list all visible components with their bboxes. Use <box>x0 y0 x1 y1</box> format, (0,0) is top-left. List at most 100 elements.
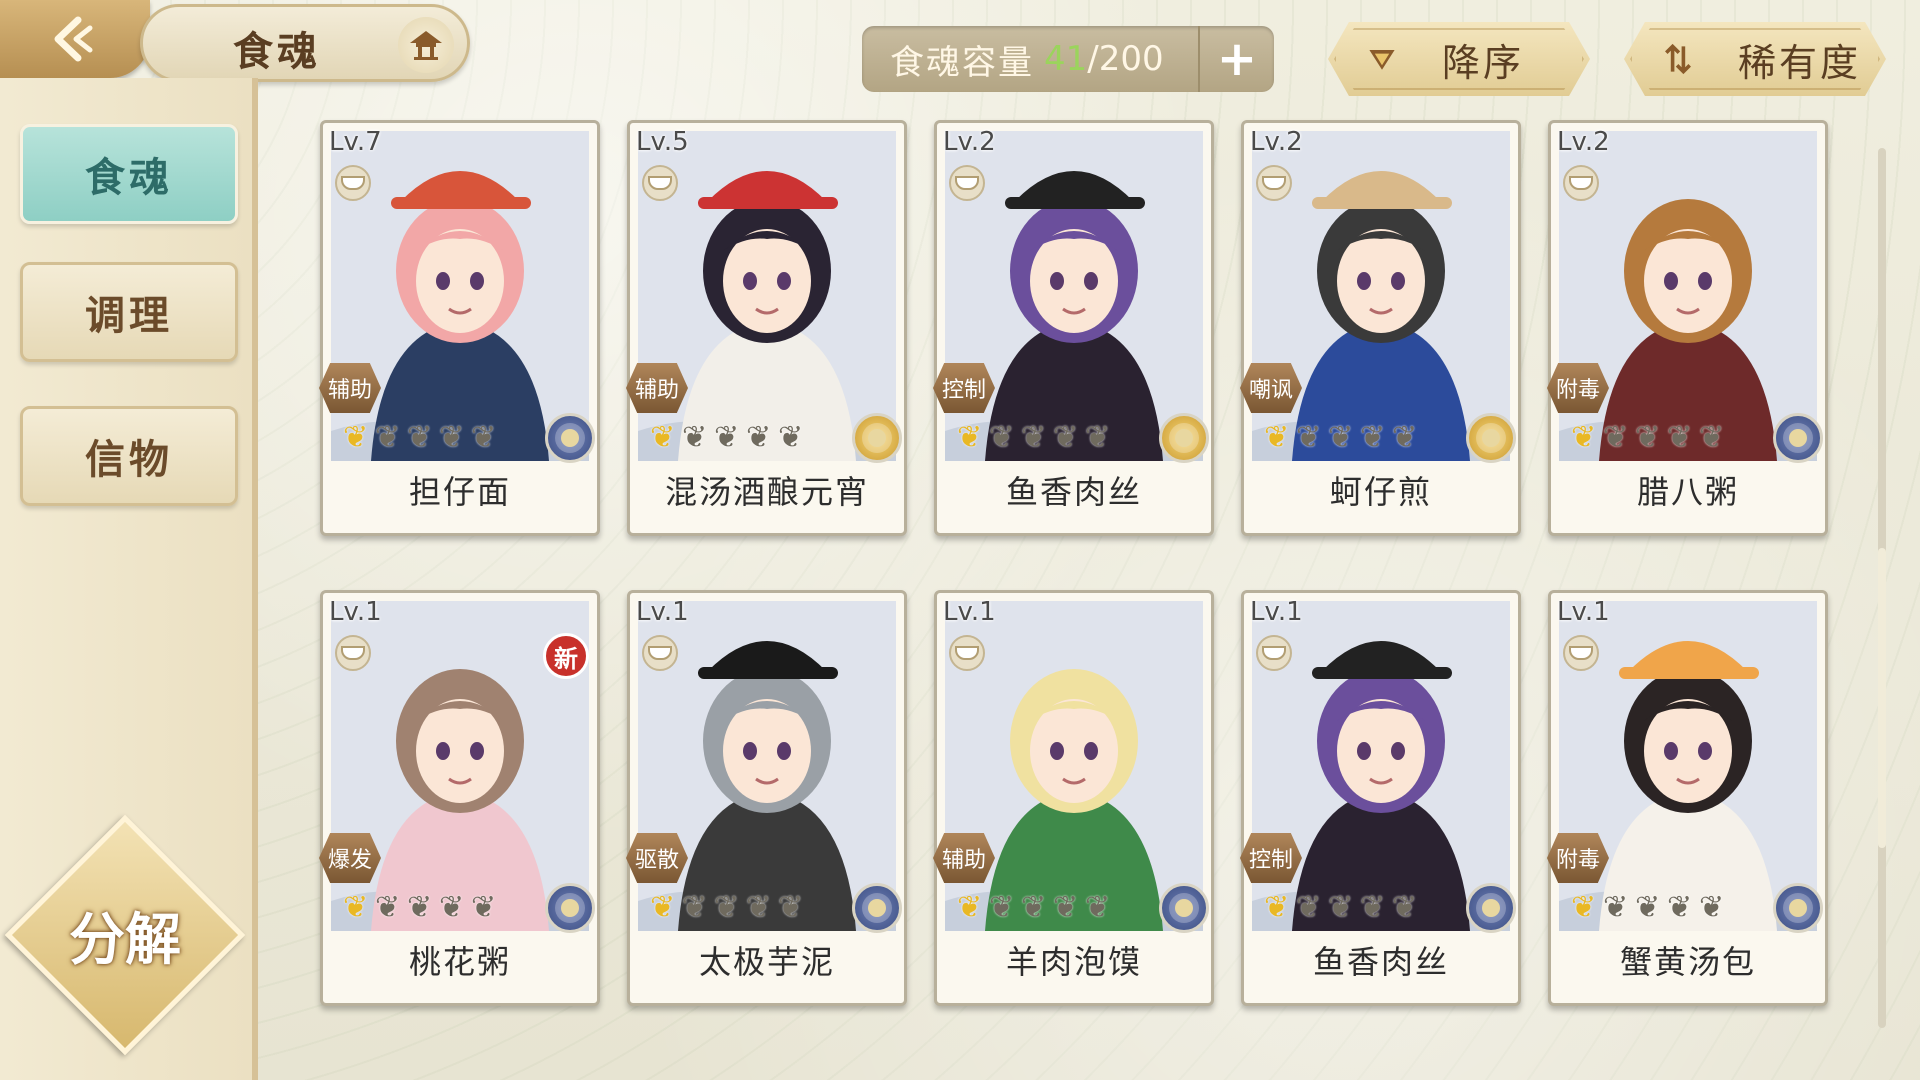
character-name: 羊肉泡馍 <box>1005 943 1142 981</box>
bowl-icon <box>949 165 985 201</box>
scrollbar[interactable] <box>1878 148 1886 1028</box>
character-name: 蟹黄汤包 <box>1619 943 1756 981</box>
food-soul-card[interactable]: Lv.1 附毒 ❦ ❦ ❦ ❦ ❦ 蟹黄汤包 <box>1547 590 1828 1006</box>
tab-tokens[interactable]: 信物 <box>20 406 238 506</box>
food-soul-card[interactable]: Lv.1 辅助 ❦ ❦ ❦ ❦ ❦ 羊肉泡馍 <box>933 590 1214 1006</box>
star-empty-icon: ❦ <box>407 420 433 455</box>
triangle-down-icon <box>1362 39 1402 79</box>
star-empty-icon: ❦ <box>1392 420 1418 455</box>
star-rating: ❦ ❦ ❦ ❦ ❦ <box>343 889 501 927</box>
star-empty-icon: ❦ <box>989 420 1015 455</box>
expand-capacity-button[interactable]: + <box>1198 26 1274 92</box>
star-rating: ❦ ❦ ❦ ❦ ❦ <box>650 889 808 927</box>
star-empty-icon: ❦ <box>1296 420 1322 455</box>
star-rating: ❦ ❦ ❦ ❦ ❦ <box>957 889 1115 927</box>
food-soul-card[interactable]: Lv.7 辅助 ❦ ❦ ❦ ❦ ❦ 担仔面 <box>319 120 600 536</box>
star-empty-icon: ❦ <box>714 890 740 925</box>
role-badge: 附毒 <box>1547 833 1609 883</box>
star-filled-icon: ❦ <box>1571 420 1597 455</box>
food-soul-card[interactable]: Lv.5 辅助 ❦ ❦ ❦ ❦ ❦ 混汤酒酿元宵 <box>626 120 907 536</box>
star-empty-icon: ❦ <box>1360 420 1386 455</box>
level-label: Lv.1 <box>943 597 996 627</box>
role-badge: 控制 <box>933 363 995 413</box>
rarity-emblem-icon <box>545 883 595 933</box>
capacity-label: 食魂容量 <box>890 42 1034 83</box>
star-empty-icon: ❦ <box>682 420 708 455</box>
star-rating: ❦ ❦ ❦ ❦ ❦ <box>1571 419 1729 457</box>
star-empty-icon: ❦ <box>1085 420 1111 455</box>
food-soul-card[interactable]: Lv.1 控制 ❦ ❦ ❦ ❦ ❦ 鱼香肉丝 <box>1240 590 1521 1006</box>
star-empty-icon: ❦ <box>1392 890 1418 925</box>
food-soul-card[interactable]: Lv.2 控制 ❦ ❦ ❦ ❦ ❦ 鱼香肉丝 <box>933 120 1214 536</box>
star-empty-icon: ❦ <box>1360 890 1386 925</box>
rarity-emblem-icon <box>852 413 902 463</box>
rarity-emblem-icon <box>1159 413 1209 463</box>
top-bar: 食魂 食魂容量 41 / 200 + 降序 稀有度 <box>0 0 1920 110</box>
star-empty-icon: ❦ <box>407 890 433 925</box>
level-label: Lv.1 <box>1250 597 1303 627</box>
star-filled-icon: ❦ <box>1571 890 1597 925</box>
rarity-emblem-icon <box>1159 883 1209 933</box>
capacity-separator: / <box>1087 39 1099 79</box>
star-empty-icon: ❦ <box>1603 890 1629 925</box>
star-filled-icon: ❦ <box>343 890 369 925</box>
star-rating: ❦ ❦ ❦ ❦ ❦ <box>343 419 501 457</box>
rarity-emblem-icon <box>1773 883 1823 933</box>
role-badge: 辅助 <box>626 363 688 413</box>
star-empty-icon: ❦ <box>778 420 804 455</box>
star-empty-icon: ❦ <box>375 890 401 925</box>
sort-by-button[interactable]: 稀有度 <box>1624 22 1886 96</box>
bowl-icon <box>642 165 678 201</box>
level-label: Lv.7 <box>329 127 382 157</box>
star-empty-icon: ❦ <box>1053 420 1079 455</box>
star-rating: ❦ ❦ ❦ ❦ ❦ <box>1571 889 1729 927</box>
role-badge: 控制 <box>1240 833 1302 883</box>
food-soul-card[interactable]: Lv.1 驱散 ❦ ❦ ❦ ❦ ❦ 太极芋泥 <box>626 590 907 1006</box>
star-empty-icon: ❦ <box>471 420 497 455</box>
tab-seasoning[interactable]: 调理 <box>20 262 238 362</box>
food-soul-card[interactable]: Lv.1 爆发 ❦ ❦ ❦ ❦ ❦ 桃花粥 新 <box>319 590 600 1006</box>
star-empty-icon: ❦ <box>1667 420 1693 455</box>
star-empty-icon: ❦ <box>1328 420 1354 455</box>
rarity-emblem-icon <box>1466 413 1516 463</box>
capacity-current: 41 <box>1044 39 1088 79</box>
character-name: 蚵仔煎 <box>1329 473 1432 511</box>
new-badge: 新 <box>543 633 589 679</box>
sort-order-label: 降序 <box>1442 40 1525 85</box>
back-arrow-icon <box>54 16 93 62</box>
food-soul-card[interactable]: Lv.2 嘲讽 ❦ ❦ ❦ ❦ ❦ 蚵仔煎 <box>1240 120 1521 536</box>
star-empty-icon: ❦ <box>1021 420 1047 455</box>
character-name: 鱼香肉丝 <box>1005 473 1142 511</box>
back-button[interactable] <box>0 0 150 78</box>
bowl-icon <box>642 635 678 671</box>
level-label: Lv.2 <box>943 127 996 157</box>
character-name: 桃花粥 <box>408 943 511 981</box>
character-name: 混汤酒酿元宵 <box>664 473 869 511</box>
level-label: Lv.1 <box>1557 597 1610 627</box>
star-rating: ❦ ❦ ❦ ❦ ❦ <box>650 419 808 457</box>
star-rating: ❦ ❦ ❦ ❦ ❦ <box>1264 889 1422 927</box>
star-empty-icon: ❦ <box>746 420 772 455</box>
star-filled-icon: ❦ <box>1264 420 1290 455</box>
rarity-emblem-icon <box>545 413 595 463</box>
star-empty-icon: ❦ <box>439 420 465 455</box>
bowl-icon <box>335 165 371 201</box>
star-empty-icon: ❦ <box>1603 420 1629 455</box>
role-badge: 辅助 <box>933 833 995 883</box>
sort-by-label: 稀有度 <box>1738 40 1862 85</box>
scrollbar-thumb[interactable] <box>1878 548 1886 848</box>
star-empty-icon: ❦ <box>714 420 740 455</box>
level-label: Lv.1 <box>329 597 382 627</box>
star-rating: ❦ ❦ ❦ ❦ ❦ <box>1264 419 1422 457</box>
level-label: Lv.2 <box>1250 127 1303 157</box>
star-empty-icon: ❦ <box>1085 890 1111 925</box>
tab-food-souls[interactable]: 食魂 <box>20 124 238 224</box>
sort-order-button[interactable]: 降序 <box>1328 22 1590 96</box>
food-soul-card[interactable]: Lv.2 附毒 ❦ ❦ ❦ ❦ ❦ 腊八粥 <box>1547 120 1828 536</box>
star-rating: ❦ ❦ ❦ ❦ ❦ <box>957 419 1115 457</box>
character-name: 担仔面 <box>408 473 511 511</box>
star-filled-icon: ❦ <box>1264 890 1290 925</box>
pavilion-icon[interactable] <box>398 17 454 73</box>
character-name: 太极芋泥 <box>698 943 835 981</box>
character-name: 腊八粥 <box>1636 473 1739 511</box>
